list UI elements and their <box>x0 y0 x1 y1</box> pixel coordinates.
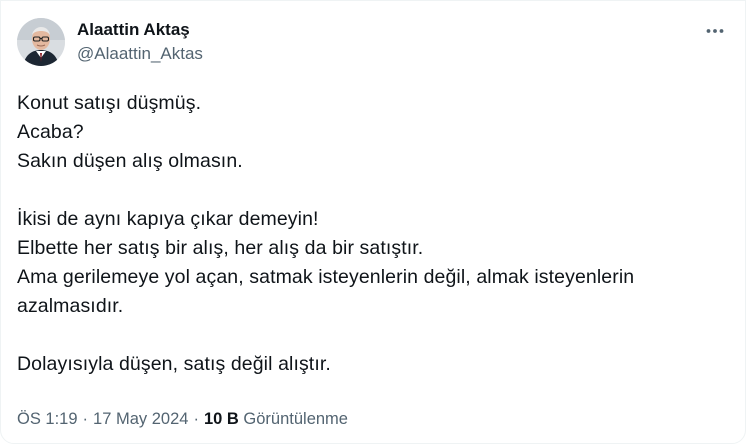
more-horizontal-icon <box>705 21 725 46</box>
tweet-header: Alaattin Aktaş @Alaattin_Aktas <box>17 18 203 66</box>
more-options-button[interactable] <box>703 21 727 45</box>
tweet-line: İkisi de aynı kapıya çıkar demeyin! <box>17 208 319 230</box>
views: 10 B Görüntülenme <box>204 410 348 428</box>
tweet-line: Konut satışı düşmüş. <box>17 92 202 114</box>
tweet-meta: ÖS 1:19 · 17 May 2024 · 10 B Görüntülenme <box>17 408 348 430</box>
tweet-line: Elbette her satış bir alış, her alış da … <box>17 237 424 259</box>
tweet-line <box>17 321 727 350</box>
tweet-line: Sakın düşen alış olmasın. <box>17 150 243 172</box>
views-label: Görüntülenme <box>243 410 348 428</box>
avatar[interactable] <box>17 18 65 66</box>
tweet-time: ÖS 1:19 <box>17 410 78 428</box>
tweet-line <box>17 176 727 205</box>
tweet-timestamp-link[interactable]: ÖS 1:19 · 17 May 2024 <box>17 410 188 428</box>
tweet-line: Ama gerilemeye yol açan, satmak isteyenl… <box>17 266 635 288</box>
meta-separator: · <box>82 410 89 428</box>
tweet-text: Konut satışı düşmüş. Acaba? Sakın düşen … <box>17 89 727 379</box>
author-display-name[interactable]: Alaattin Aktaş <box>77 20 203 40</box>
tweet-line: Dolayısıyla düşen, satış değil alıştır. <box>17 353 331 375</box>
meta-separator: · <box>193 410 199 428</box>
tweet-line: azalmasıdır. <box>17 295 124 317</box>
views-count: 10 B <box>203 410 239 428</box>
tweet-card: Alaattin Aktaş @Alaattin_Aktas Konut sat… <box>0 0 746 444</box>
tweet-date: 17 May 2024 <box>93 410 189 428</box>
tweet-line: Acaba? <box>17 121 84 143</box>
author-handle[interactable]: @Alaattin_Aktas <box>77 43 203 65</box>
user-info: Alaattin Aktaş @Alaattin_Aktas <box>77 20 203 65</box>
